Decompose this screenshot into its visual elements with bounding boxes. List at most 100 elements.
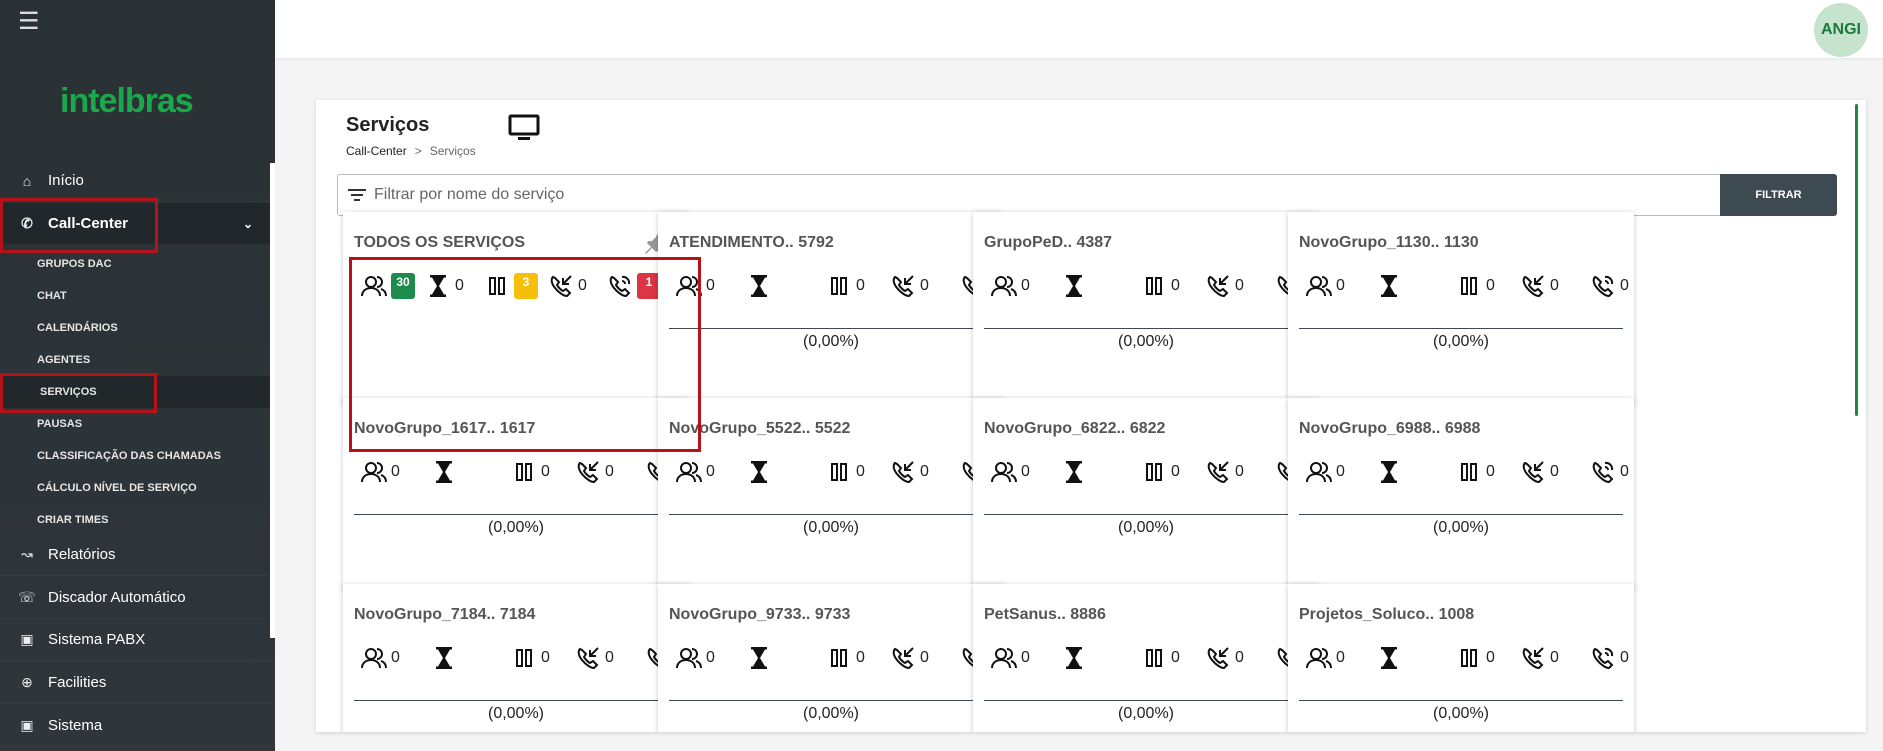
agents-icon: [1306, 648, 1332, 669]
subitem-pausas[interactable]: PAUSAS: [0, 408, 275, 440]
stat-paused: 0: [1141, 646, 1205, 670]
filter-input[interactable]: [374, 186, 1674, 204]
nav-item-label: Sistema: [48, 717, 103, 734]
service-card[interactable]: NovoGrupo_5522.. 55220000(0,00%): [658, 398, 1004, 590]
service-card-title: GrupoPeD.. 4387: [984, 234, 1113, 251]
stat-paused: 0: [511, 460, 575, 484]
service-card[interactable]: PetSanus.. 88860000(0,00%): [973, 584, 1319, 732]
service-card[interactable]: NovoGrupo_7184.. 71840000(0,00%): [343, 584, 689, 732]
subitem-chat[interactable]: CHAT: [0, 280, 275, 312]
nav-item-facilities[interactable]: ⊕ Facilities: [0, 662, 275, 704]
subitem-label: PAUSAS: [37, 418, 83, 430]
sidebar-scrollbar[interactable]: [270, 163, 275, 638]
stat-received: 0: [890, 646, 960, 670]
agents-icon: [1306, 276, 1332, 297]
monitor-icon[interactable]: [508, 114, 540, 142]
service-card-stats: 0000: [991, 643, 1334, 673]
agents-icon: [361, 648, 387, 669]
service-level-bar: [669, 700, 993, 701]
stat-value: 0: [1550, 649, 1559, 666]
menu-icon[interactable]: ☰: [18, 10, 40, 34]
service-card[interactable]: NovoGrupo_1130.. 1130 0 0 0 0 (0,00%): [1288, 212, 1634, 404]
incoming-call-icon: [1522, 461, 1544, 484]
subitem-grupos-dac[interactable]: GRUPOS DAC: [0, 248, 275, 280]
stat-received: 0: [890, 274, 960, 298]
breadcrumb-root[interactable]: Call-Center: [346, 144, 407, 158]
sidebar: ☰ intelbras ⌂ Início ✆ Call-Center ⌄ GRU…: [0, 0, 275, 751]
subitem-label: CRIAR TIMES: [37, 514, 109, 526]
service-card[interactable]: GrupoPeD.. 43870000(0,00%): [973, 212, 1319, 404]
nav-item-discador[interactable]: ☏ Discador Automático: [0, 577, 275, 619]
hourglass-icon: [1066, 647, 1082, 669]
stat-agents: 0: [676, 460, 746, 484]
service-level-bar: [984, 700, 1308, 701]
service-level-percent: (0,00%): [1117, 519, 1175, 536]
highlight-box-todos-servicos: [349, 257, 701, 452]
stat-value: 0: [920, 649, 929, 666]
stat-paused: 0: [1141, 274, 1205, 298]
service-card-title: Projetos_Soluco.. 1008: [1299, 606, 1475, 623]
stat-paused: 0: [1456, 460, 1520, 484]
stat-value: 0: [706, 463, 715, 480]
subitem-calculo-nivel[interactable]: CÁLCULO NÍVEL DE SERVIÇO: [0, 472, 275, 504]
stat-value: 0: [1021, 649, 1030, 666]
incoming-call-icon: [1522, 647, 1544, 670]
call-missed-icon: [1592, 275, 1614, 298]
nav-item-label: Facilities: [48, 674, 107, 691]
nav-item-inicio[interactable]: ⌂ Início: [0, 160, 275, 202]
nav-item-label: Início: [48, 172, 84, 189]
service-card-stats: 0000: [676, 271, 1019, 301]
avatar[interactable]: ANGI: [1814, 3, 1868, 57]
subitem-servicos[interactable]: SERVIÇOS: [0, 376, 275, 408]
stat-value: 0: [1620, 649, 1629, 666]
service-card[interactable]: NovoGrupo_6988.. 6988 0 0 0 0 (0,00%): [1288, 398, 1634, 590]
stat-value: 0: [1550, 463, 1559, 480]
incoming-call-icon: [577, 647, 599, 670]
panel-scrollbar[interactable]: [1855, 104, 1858, 416]
subitem-criar-times[interactable]: CRIAR TIMES: [0, 504, 275, 536]
service-level-percent: (0,00%): [1432, 333, 1490, 350]
stat-paused: 0: [826, 646, 890, 670]
service-card[interactable]: ATENDIMENTO.. 57920000(0,00%): [658, 212, 1004, 404]
subitem-agentes[interactable]: AGENTES: [0, 344, 275, 376]
service-card-title: ATENDIMENTO.. 5792: [669, 234, 834, 251]
stat-value: 0: [391, 649, 400, 666]
pause-icon: [1146, 649, 1162, 667]
stat-waiting: [746, 646, 826, 670]
stat-value: 0: [1486, 463, 1495, 480]
subitem-classificacao[interactable]: CLASSIFICAÇÃO DAS CHAMADAS: [0, 440, 275, 472]
filter-field[interactable]: [337, 174, 1721, 216]
nav-item-relatorios[interactable]: ↝ Relatórios: [0, 534, 275, 576]
pause-icon: [1461, 649, 1477, 667]
main-panel: Serviços Call-Center > Serviços FILTRAR TO…: [316, 100, 1866, 732]
service-level-bar: [984, 514, 1308, 515]
service-card-stats: 0000: [991, 271, 1334, 301]
subitem-label: SERVIÇOS: [40, 386, 97, 398]
incoming-call-icon: [1207, 275, 1229, 298]
stat-dropped: 0: [1590, 460, 1649, 484]
pause-icon: [831, 649, 847, 667]
subitem-calendarios[interactable]: CALENDÁRIOS: [0, 312, 275, 344]
service-level-percent: (0,00%): [1117, 705, 1175, 722]
stat-value: 0: [391, 463, 400, 480]
stat-waiting: [1061, 274, 1141, 298]
stat-waiting: [1376, 460, 1456, 484]
stat-value: 0: [1021, 277, 1030, 294]
stat-value: 0: [706, 277, 715, 294]
service-level-percent: (0,00%): [1432, 519, 1490, 536]
nav-item-sistema[interactable]: ▣ Sistema: [0, 705, 275, 747]
stat-waiting: [1376, 646, 1456, 670]
service-card[interactable]: NovoGrupo_9733.. 97330000(0,00%): [658, 584, 1004, 732]
service-level-bar: [1299, 700, 1623, 701]
filter-button[interactable]: FILTRAR: [1720, 174, 1837, 216]
service-card[interactable]: Projetos_Soluco.. 1008 0 0 0 0 (0,00%): [1288, 584, 1634, 732]
stat-value: 0: [1021, 463, 1030, 480]
nav-item-call-center[interactable]: ✆ Call-Center ⌄: [0, 203, 275, 245]
service-card-title: PetSanus.. 8886: [984, 606, 1106, 623]
pause-icon: [516, 463, 532, 481]
nav-item-pabx[interactable]: ▣ Sistema PABX: [0, 619, 275, 661]
service-level-percent: (0,00%): [487, 705, 545, 722]
home-icon: ⌂: [22, 172, 32, 189]
stat-paused: 0: [1456, 646, 1520, 670]
service-card[interactable]: NovoGrupo_6822.. 68220000(0,00%): [973, 398, 1319, 590]
